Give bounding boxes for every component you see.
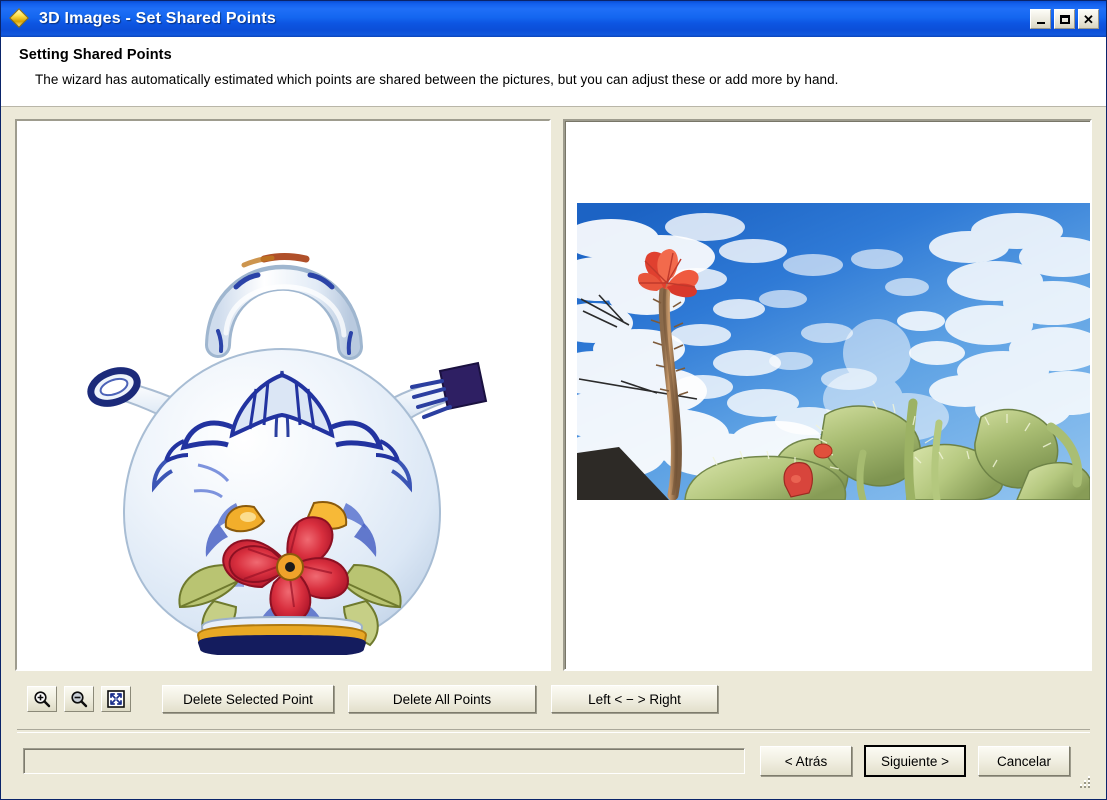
fit-to-window-icon (107, 690, 125, 708)
next-button[interactable]: Siguiente > (864, 745, 966, 777)
left-image-panel[interactable] (15, 119, 551, 671)
delete-all-points-button[interactable]: Delete All Points (348, 685, 536, 713)
zoom-out-icon (71, 691, 88, 708)
navigation-buttons: < Atrás Siguiente > Cancelar (760, 745, 1082, 777)
maximize-button[interactable] (1054, 9, 1075, 29)
minimize-button[interactable] (1030, 9, 1051, 29)
jug-illustration (87, 253, 488, 655)
zoom-in-button[interactable] (27, 686, 57, 712)
cactus-illustration (577, 203, 1090, 500)
window-title: 3D Images - Set Shared Points (39, 10, 276, 27)
maximize-icon (1059, 14, 1070, 24)
image-toolbar: Delete Selected Point Delete All Points … (15, 671, 1092, 713)
title-bar: 3D Images - Set Shared Points ✕ (1, 1, 1106, 37)
fit-to-window-button[interactable] (101, 686, 131, 712)
wizard-header: Setting Shared Points The wizard has aut… (1, 37, 1106, 107)
zoom-in-icon (34, 691, 51, 708)
wizard-footer: < Atrás Siguiente > Cancelar (15, 733, 1092, 789)
image-panels (15, 119, 1092, 671)
minimize-icon (1036, 21, 1045, 24)
back-button[interactable]: < Atrás (760, 746, 852, 776)
zoom-out-button[interactable] (64, 686, 94, 712)
page-title: Setting Shared Points (19, 47, 172, 63)
progress-bar (23, 748, 745, 774)
window-controls: ✕ (1030, 9, 1102, 29)
close-icon: ✕ (1083, 11, 1094, 27)
delete-selected-point-button[interactable]: Delete Selected Point (162, 685, 334, 713)
swap-left-right-button[interactable]: Left < − > Right (551, 685, 718, 713)
cancel-button[interactable]: Cancelar (978, 746, 1070, 776)
wizard-body: Delete Selected Point Delete All Points … (1, 107, 1106, 799)
diamond-gem-icon (9, 8, 30, 29)
close-button[interactable]: ✕ (1078, 9, 1099, 29)
page-subtitle: The wizard has automatically estimated w… (35, 72, 839, 87)
right-image-panel[interactable] (563, 119, 1092, 671)
cactus-sky-image[interactable] (577, 203, 1090, 500)
wizard-window: 3D Images - Set Shared Points ✕ Setting … (0, 0, 1107, 800)
ceramic-jug-image[interactable] (17, 121, 549, 669)
